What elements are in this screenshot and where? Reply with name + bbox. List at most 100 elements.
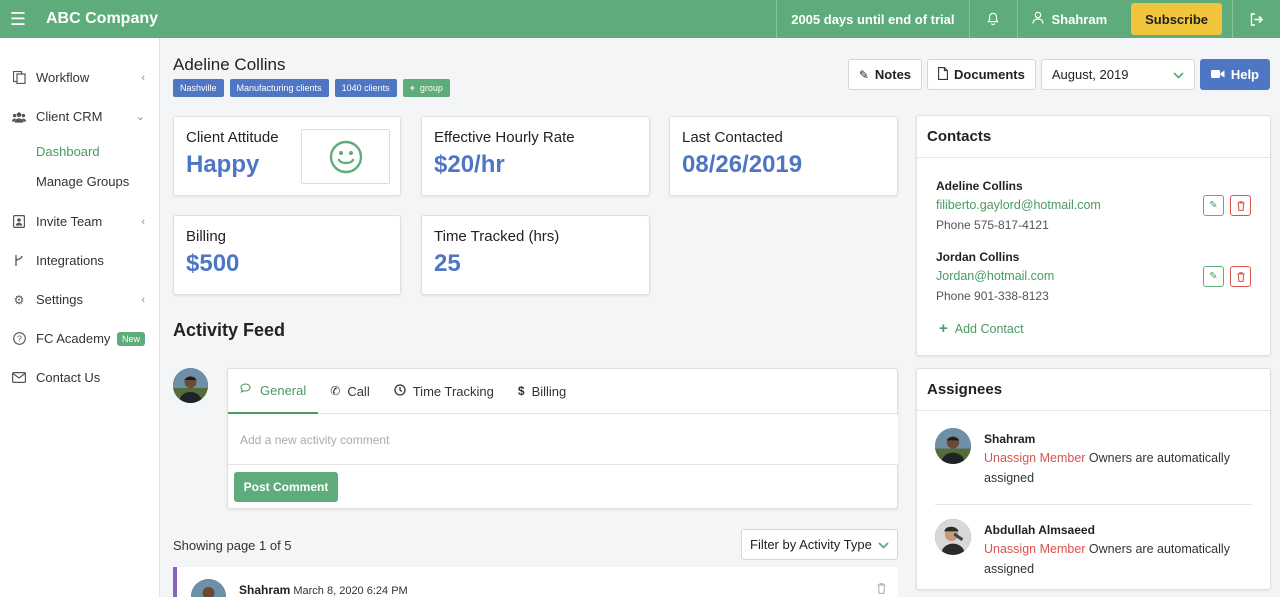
activity-feed-title: Activity Feed <box>173 320 286 340</box>
sidebar-item-fc-academy[interactable]: ? FC Academy New <box>0 319 159 358</box>
trash-icon[interactable] <box>877 583 886 597</box>
time-tracked-value: 25 <box>434 250 461 277</box>
tag-manufacturing[interactable]: Manufacturing clients <box>229 79 329 97</box>
sidebar-item-invite-team[interactable]: Invite Team ‹ <box>0 202 159 241</box>
activity-entry: Shahram March 8, 2020 6:24 PM <box>173 567 898 597</box>
avatar <box>935 519 971 555</box>
svg-text:?: ? <box>17 334 22 344</box>
assignee-name: Abdullah Almsaeed <box>984 523 1095 537</box>
entry-date: March 8, 2020 6:24 PM <box>293 585 408 597</box>
assignee-note: Unassign Member Owners are automatically… <box>984 539 1244 579</box>
dollar-icon: $ <box>517 384 525 398</box>
contact-email[interactable]: Jordan@hotmail.com <box>936 269 1054 283</box>
sidebar-item-label: Contact Us <box>36 370 101 385</box>
user-icon <box>1031 11 1044 27</box>
tab-time-tracking[interactable]: Time Tracking <box>382 369 506 414</box>
assignee-name: Shahram <box>984 432 1036 446</box>
activity-comment-input[interactable] <box>228 415 898 465</box>
last-contacted-card: Last Contacted 08/26/2019 <box>669 116 898 196</box>
toolbar: ✎ Notes Documents August, 2019 Help <box>847 59 1270 90</box>
tab-label: Call <box>347 383 370 399</box>
contact-email[interactable]: filiberto.gaylord@hotmail.com <box>936 198 1101 212</box>
tag-nashville[interactable]: Nashville <box>173 79 224 97</box>
activity-composer: General ✆ Call Time Tracking $ Billing P… <box>227 368 898 509</box>
smiley-icon[interactable] <box>301 129 390 184</box>
delete-contact-button[interactable] <box>1230 266 1251 287</box>
hourly-rate-label: Effective Hourly Rate <box>434 129 575 146</box>
sidebar-item-contact-us[interactable]: Contact Us <box>0 358 159 397</box>
unassign-member-link[interactable]: Unassign Member <box>984 451 1085 465</box>
page-title: Adeline Collins <box>173 55 286 74</box>
trial-status: 2005 days until end of trial <box>776 0 968 38</box>
sidebar: Workflow ‹ Client CRM ⌄ Dashboard Manage… <box>0 38 160 597</box>
sidebar-item-manage-groups[interactable]: Manage Groups <box>0 166 159 196</box>
pencil-icon: ✎ <box>858 67 869 82</box>
sidebar-item-label: Client CRM <box>36 109 103 124</box>
sidebar-item-label: Integrations <box>36 253 104 268</box>
divider <box>917 157 1270 158</box>
hamburger-menu-icon[interactable]: ☰ <box>0 0 36 38</box>
notes-button[interactable]: ✎ Notes <box>847 59 923 90</box>
sidebar-item-label: Workflow <box>36 70 90 85</box>
client-attitude-label: Client Attitude <box>186 129 279 146</box>
chevron-down-icon <box>1173 68 1184 82</box>
tab-billing[interactable]: $ Billing <box>506 369 578 414</box>
add-contact-label: Add Contact <box>954 321 1024 336</box>
contact-name: Jordan Collins <box>936 250 1020 264</box>
sidebar-item-integrations[interactable]: Integrations <box>0 241 159 280</box>
notes-label: Notes <box>874 67 912 82</box>
tag-1040-clients[interactable]: 1040 clients <box>334 79 397 97</box>
post-comment-button[interactable]: Post Comment <box>234 472 338 502</box>
activity-type-filter[interactable]: Filter by Activity Type <box>741 529 898 560</box>
pagination-info: Showing page 1 of 5 <box>173 538 292 553</box>
documents-button[interactable]: Documents <box>927 59 1036 90</box>
entry-author-name: Shahram <box>239 583 291 597</box>
sidebar-item-settings[interactable]: ⚙ Settings ‹ <box>0 280 159 319</box>
activity-tabs: General ✆ Call Time Tracking $ Billing <box>228 369 898 414</box>
documents-label: Documents <box>954 67 1025 82</box>
help-label: Help <box>1230 67 1259 82</box>
add-group-button[interactable]: + group <box>402 79 450 97</box>
logout-icon[interactable] <box>1232 0 1280 38</box>
last-contacted-value: 08/26/2019 <box>682 151 803 178</box>
time-tracked-card: Time Tracked (hrs) 25 <box>421 215 650 295</box>
tab-general[interactable]: General <box>228 369 319 414</box>
assignees-panel: Assignees Shahram Unassign Member Owners… <box>916 368 1271 590</box>
sidebar-item-client-crm[interactable]: Client CRM ⌄ <box>0 97 159 136</box>
chevron-left-icon: ‹ <box>141 71 145 84</box>
edit-contact-button[interactable]: ✎ <box>1203 195 1224 216</box>
tab-label: General <box>260 382 307 398</box>
avatar <box>173 368 208 403</box>
sidebar-item-workflow[interactable]: Workflow ‹ <box>0 58 159 97</box>
unassign-member-link[interactable]: Unassign Member <box>984 542 1085 556</box>
filter-label: Filter by Activity Type <box>750 537 872 552</box>
brand-name[interactable]: ABC Company <box>46 10 158 28</box>
time-tracked-label: Time Tracked (hrs) <box>434 228 560 245</box>
add-group-label: group <box>419 83 443 93</box>
tab-call[interactable]: ✆ Call <box>318 369 381 414</box>
sidebar-item-label: FC Academy <box>36 331 111 346</box>
comments-icon <box>240 383 253 397</box>
workflow-icon <box>12 71 26 85</box>
subscribe-button[interactable]: Subscribe <box>1131 3 1222 35</box>
new-badge: New <box>116 331 145 346</box>
contacts-title: Contacts <box>927 128 992 145</box>
phone-icon: ✆ <box>330 384 341 398</box>
tab-label: Time Tracking <box>412 383 494 399</box>
delete-contact-button[interactable] <box>1230 195 1251 216</box>
entry-author: Shahram March 8, 2020 6:24 PM <box>239 583 408 597</box>
fork-icon <box>12 254 26 268</box>
chevron-left-icon: ‹ <box>141 215 145 228</box>
month-select[interactable]: August, 2019 <box>1040 59 1195 90</box>
top-right-actions: 2005 days until end of trial Shahram Sub… <box>776 0 1280 38</box>
add-contact-button[interactable]: + Add Contact <box>939 320 1024 337</box>
sidebar-item-label: Invite Team <box>36 214 103 229</box>
plus-icon: + <box>409 83 415 93</box>
sidebar-item-dashboard[interactable]: Dashboard <box>0 136 159 166</box>
help-button[interactable]: Help <box>1199 59 1270 90</box>
edit-contact-button[interactable]: ✎ <box>1203 266 1224 287</box>
sidebar-item-label: Settings <box>36 292 83 307</box>
user-menu[interactable]: Shahram <box>1016 0 1122 38</box>
video-camera-icon <box>1210 68 1225 82</box>
bell-icon[interactable] <box>968 0 1017 38</box>
